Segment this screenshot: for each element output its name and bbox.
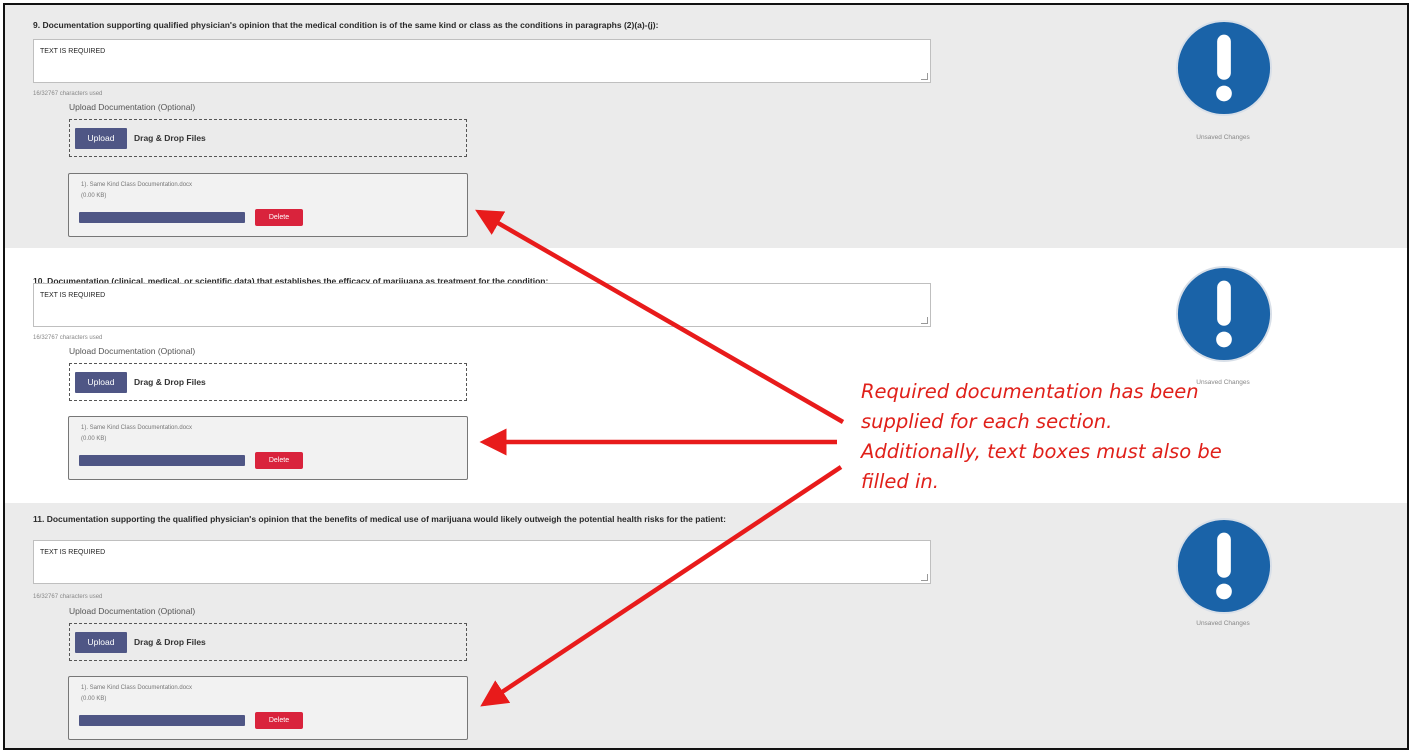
uploaded-file-card: 1). Same Kind Class Documentation.docx (…: [68, 416, 468, 480]
question-9-textarea[interactable]: TEXT IS REQUIRED: [33, 39, 931, 83]
drop-zone[interactable]: Upload Drag & Drop Files: [69, 623, 467, 661]
callout-line: Required documentation has been: [861, 380, 1199, 403]
delete-button[interactable]: Delete: [255, 452, 303, 469]
exclamation-circle-icon: [1175, 265, 1273, 363]
upload-button[interactable]: Upload: [75, 632, 127, 653]
upload-label: Upload Documentation (Optional): [69, 606, 196, 616]
uploaded-file-card: 1). Same Kind Class Documentation.docx (…: [68, 676, 468, 740]
question-11-textarea[interactable]: TEXT IS REQUIRED: [33, 540, 931, 584]
section-9: 9. Documentation supporting qualified ph…: [5, 5, 1407, 248]
file-size: (0.00 KB): [81, 193, 107, 199]
textarea-value: TEXT IS REQUIRED: [40, 292, 106, 299]
form-frame: 9. Documentation supporting qualified ph…: [3, 3, 1409, 750]
file-name: 1). Same Kind Class Documentation.docx: [81, 425, 193, 431]
delete-button[interactable]: Delete: [255, 209, 303, 226]
upload-button[interactable]: Upload: [75, 372, 127, 393]
annotation-callout: Required documentation has been supplied…: [861, 377, 1281, 497]
drag-drop-label: Drag & Drop Files: [134, 377, 206, 387]
exclamation-circle-icon: [1175, 517, 1273, 615]
upload-progress-bar: [79, 715, 245, 726]
textarea-value: TEXT IS REQUIRED: [40, 549, 106, 556]
drop-zone[interactable]: Upload Drag & Drop Files: [69, 119, 467, 157]
callout-line: filled in.: [861, 470, 939, 493]
callout-line: Additionally, text boxes must also be: [861, 440, 1222, 463]
drag-drop-label: Drag & Drop Files: [134, 637, 206, 647]
delete-button[interactable]: Delete: [255, 712, 303, 729]
status-text: Unsaved Changes: [1196, 620, 1250, 627]
textarea-value: TEXT IS REQUIRED: [40, 48, 106, 55]
resize-grip-icon[interactable]: [921, 574, 928, 581]
question-11-title: 11. Documentation supporting the qualifi…: [33, 514, 726, 524]
upload-label: Upload Documentation (Optional): [69, 102, 196, 112]
resize-grip-icon[interactable]: [921, 73, 928, 80]
exclamation-circle-icon: [1175, 19, 1273, 117]
question-10-textarea[interactable]: TEXT IS REQUIRED: [33, 283, 931, 327]
upload-progress-bar: [79, 455, 245, 466]
file-size: (0.00 KB): [81, 436, 107, 442]
drag-drop-label: Drag & Drop Files: [134, 133, 206, 143]
status-text: Unsaved Changes: [1196, 134, 1250, 141]
file-name: 1). Same Kind Class Documentation.docx: [81, 685, 193, 691]
section-11: 11. Documentation supporting the qualifi…: [5, 503, 1407, 748]
callout-line: supplied for each section.: [861, 410, 1113, 433]
char-count: 16/32767 characters used: [33, 594, 103, 600]
file-size: (0.00 KB): [81, 696, 107, 702]
upload-button[interactable]: Upload: [75, 128, 127, 149]
resize-grip-icon[interactable]: [921, 317, 928, 324]
upload-progress-bar: [79, 212, 245, 223]
uploaded-file-card: 1). Same Kind Class Documentation.docx (…: [68, 173, 468, 237]
upload-label: Upload Documentation (Optional): [69, 346, 196, 356]
drop-zone[interactable]: Upload Drag & Drop Files: [69, 363, 467, 401]
question-9-title: 9. Documentation supporting qualified ph…: [33, 20, 659, 30]
file-name: 1). Same Kind Class Documentation.docx: [81, 182, 193, 188]
char-count: 16/32767 characters used: [33, 91, 103, 97]
char-count: 16/32767 characters used: [33, 335, 103, 341]
